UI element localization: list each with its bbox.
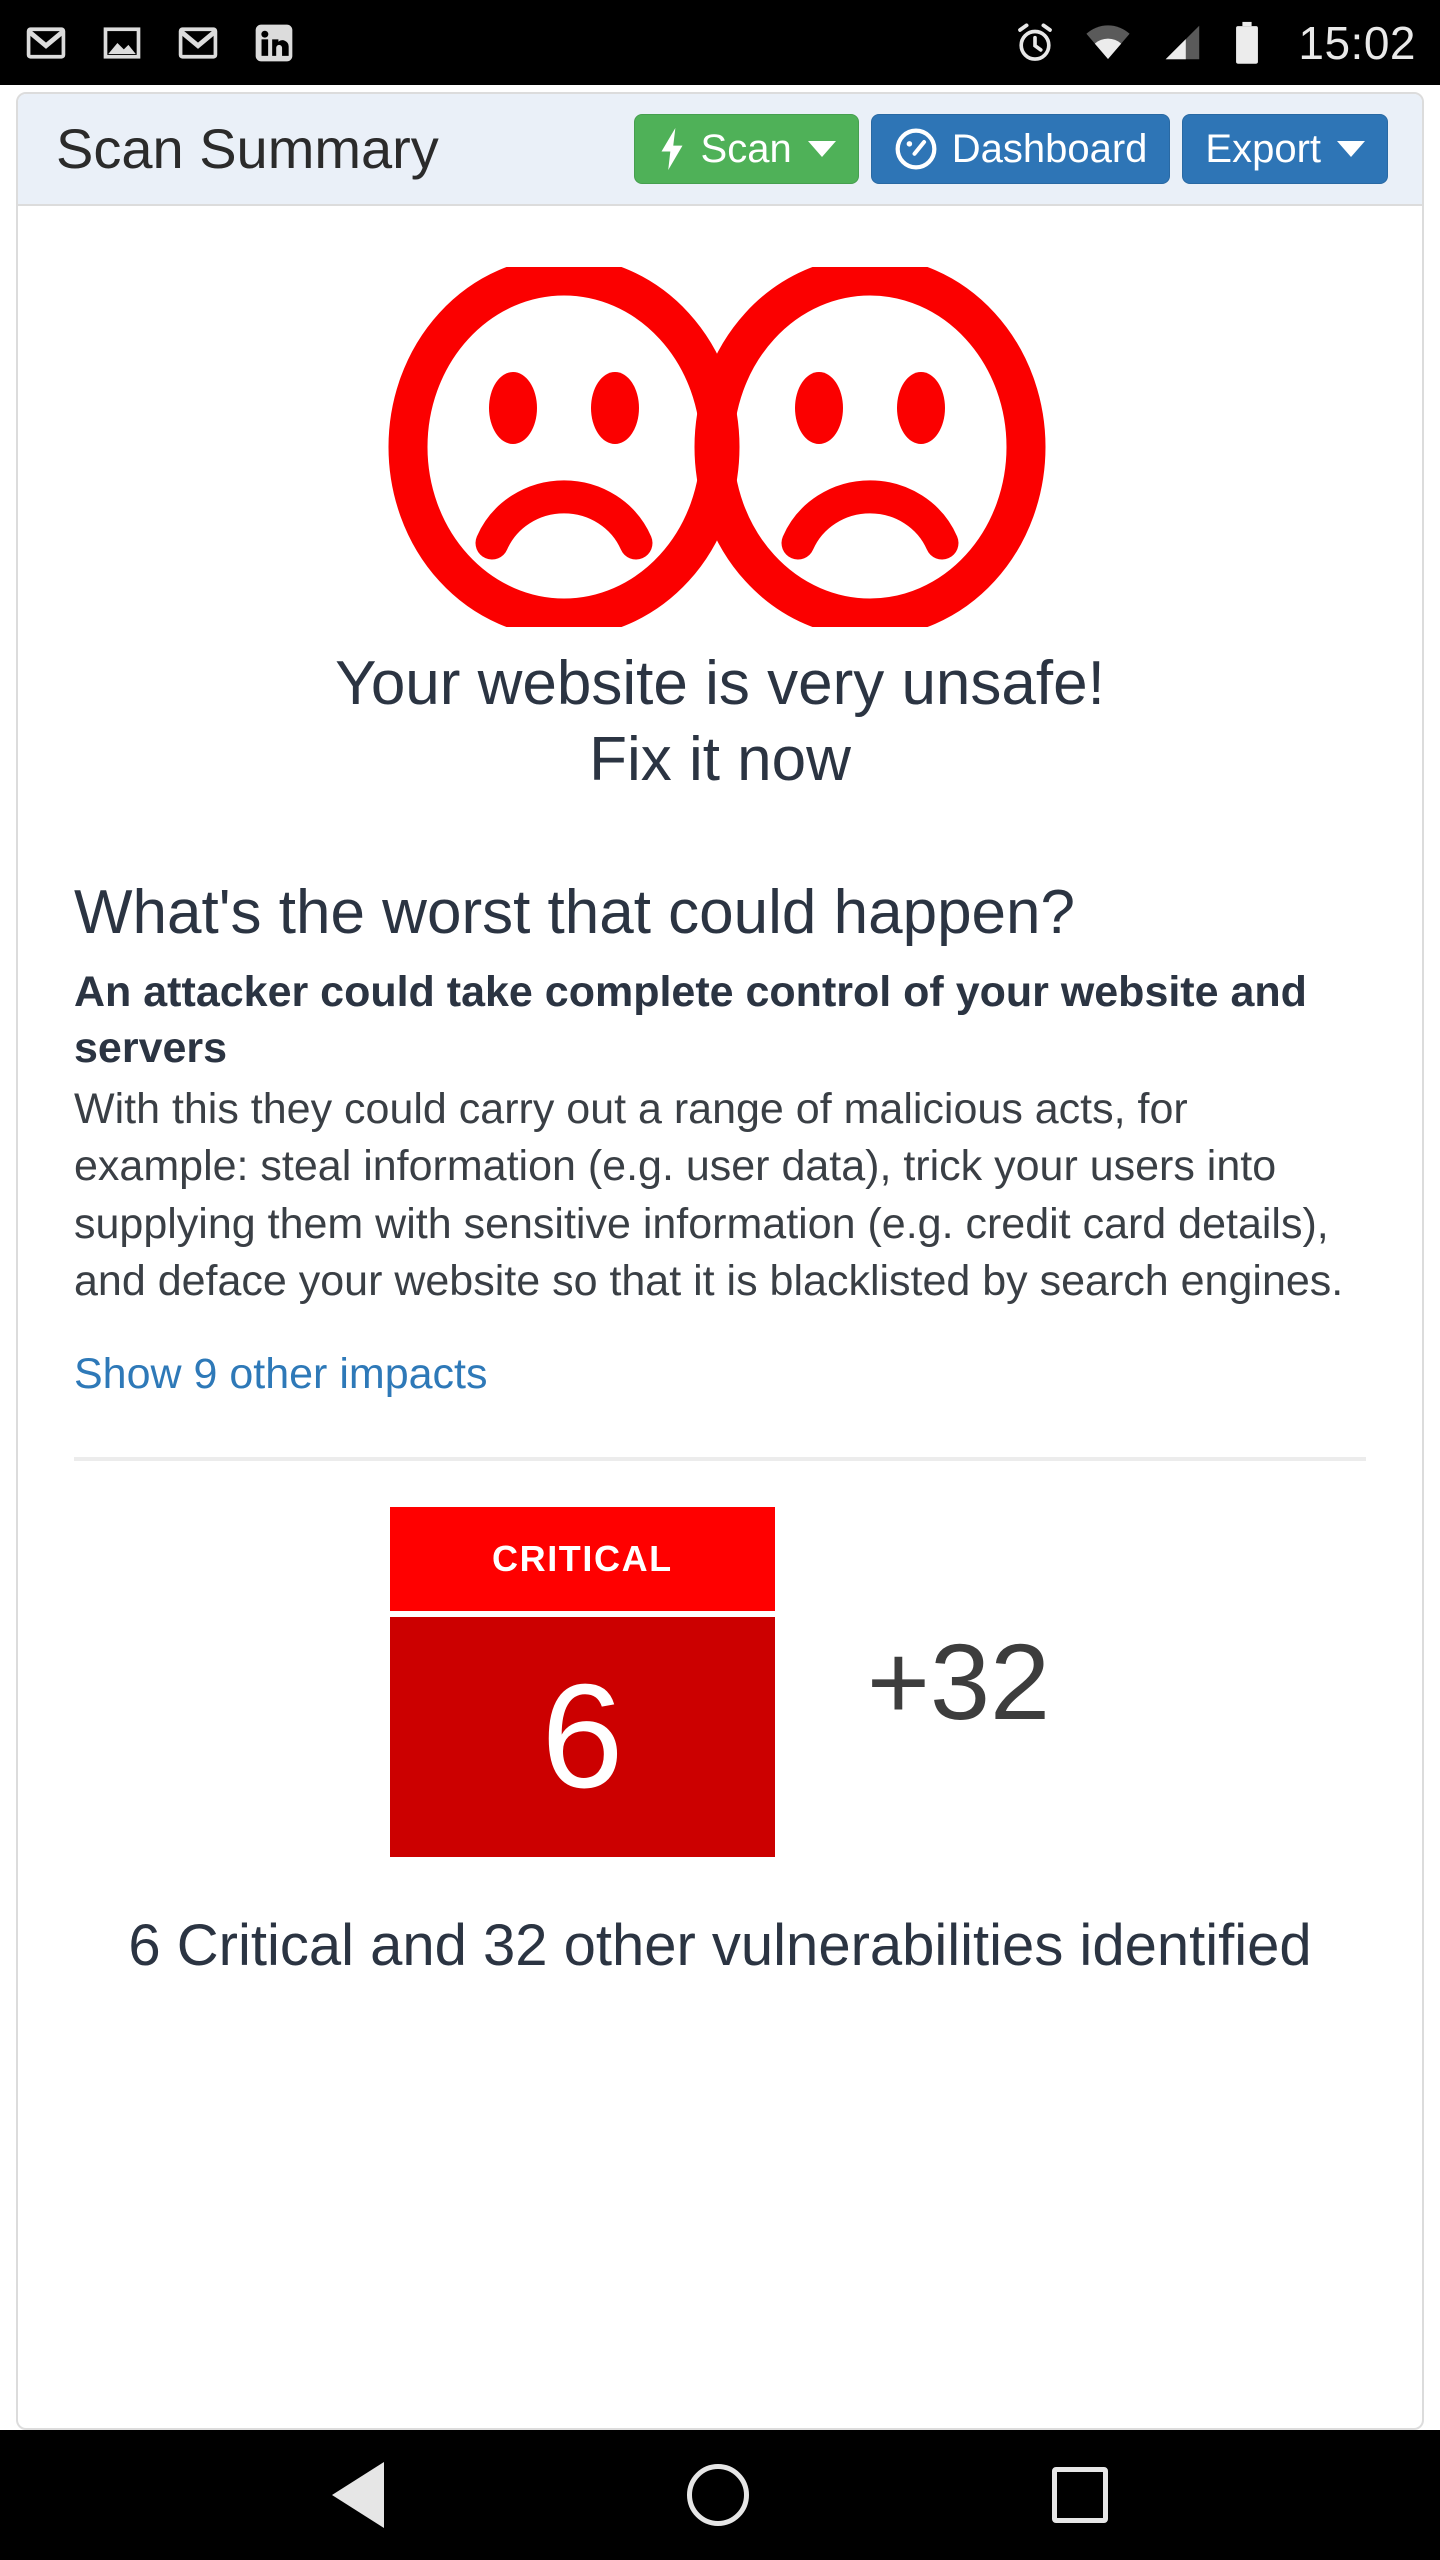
vulnerability-summary-text: 6 Critical and 32 other vulnerabilities …: [128, 1912, 1312, 1978]
status-bar-notification-icons: [24, 21, 296, 65]
gmail-icon: [26, 26, 66, 59]
sad-face-icon-pair: [388, 267, 1046, 627]
dashboard-button[interactable]: Dashboard: [870, 114, 1171, 184]
android-navigation-bar: [0, 2430, 1440, 2560]
chevron-down-icon: [807, 141, 836, 157]
back-triangle-icon[interactable]: [331, 2462, 384, 2528]
status-bar-clock: 15:02: [1298, 16, 1416, 69]
photo-icon: [103, 26, 141, 59]
critical-badge-header: CRITICAL: [389, 1506, 775, 1611]
gmail-icon: [178, 26, 218, 59]
home-circle-icon[interactable]: [686, 2464, 749, 2526]
linkedin-icon: [255, 24, 293, 61]
scan-summary-card: Scan Summary Scan Dashboard Export Your …: [16, 92, 1424, 2430]
critical-count-box: 6: [389, 1616, 775, 1857]
sad-faces-graphic: [74, 262, 1366, 632]
export-button[interactable]: Export: [1182, 114, 1388, 184]
impact-lead-text: An attacker could take complete control …: [74, 968, 1307, 1073]
sad-face-icon: [694, 267, 1046, 627]
header-actions: Scan Dashboard Export: [633, 114, 1388, 184]
critical-severity-card[interactable]: CRITICAL 6: [389, 1506, 775, 1857]
status-bar-system-icons: 15:02: [1012, 16, 1416, 70]
section-divider: [74, 1456, 1366, 1461]
critical-count-value: 6: [541, 1653, 624, 1819]
status-headline: Your website is very unsafe! Fix it now: [74, 646, 1366, 797]
cellular-signal-icon: [1166, 25, 1200, 59]
recents-square-icon[interactable]: [1052, 2467, 1109, 2523]
card-body: Your website is very unsafe! Fix it now …: [18, 262, 1422, 1983]
scan-button[interactable]: Scan: [633, 114, 859, 184]
chevron-down-icon: [1337, 141, 1365, 157]
dashboard-button-label: Dashboard: [951, 126, 1148, 171]
impact-section-title: What's the worst that could happen?: [74, 878, 1075, 948]
status-headline-line2: Fix it now: [589, 724, 851, 794]
alarm-icon: [1018, 22, 1053, 61]
critical-badge-label: CRITICAL: [492, 1537, 673, 1579]
severity-summary-row: CRITICAL 6 +32: [74, 1506, 1366, 1857]
sad-face-icon: [388, 267, 740, 627]
status-headline-line1: Your website is very unsafe!: [335, 649, 1105, 718]
battery-icon: [1236, 21, 1259, 64]
show-other-impacts-link[interactable]: Show 9 other impacts: [74, 1350, 487, 1399]
impact-body-text: With this they could carry out a range o…: [74, 1085, 1344, 1305]
scan-button-label: Scan: [700, 126, 792, 171]
other-vulnerabilities-count: +32: [866, 1620, 1051, 1742]
lightning-bolt-icon: [661, 128, 683, 170]
status-bar: 15:02: [0, 0, 1440, 85]
export-button-label: Export: [1205, 126, 1321, 171]
card-header: Scan Summary Scan Dashboard Export: [18, 94, 1422, 206]
wifi-icon: [1086, 24, 1130, 59]
page-title: Scan Summary: [56, 117, 439, 180]
gauge-icon: [895, 128, 937, 170]
